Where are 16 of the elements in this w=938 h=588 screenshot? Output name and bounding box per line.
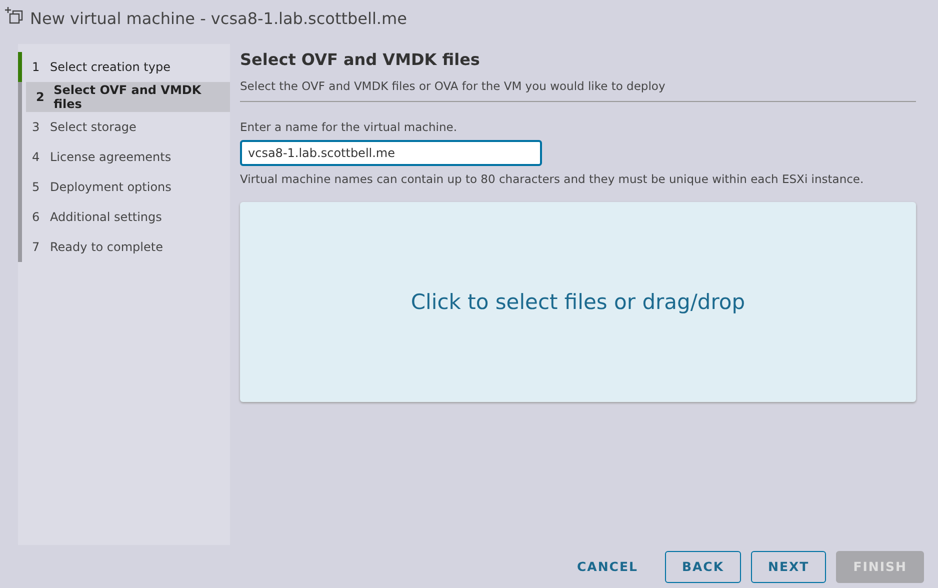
name-input-field[interactable]: vcsa8-1.lab.scottbell.me xyxy=(240,140,542,166)
wizard-step[interactable]: 7 Ready to complete xyxy=(18,232,230,262)
new-vm-icon xyxy=(4,6,24,24)
wizard-button[interactable]: BACK xyxy=(664,550,742,582)
wizard-step[interactable]: 3 Select storage xyxy=(18,112,230,142)
wizard-button[interactable]: CANCEL xyxy=(560,550,655,582)
wizard-step[interactable]: 5 Deployment options xyxy=(18,172,230,202)
file-dropzone[interactable]: Click to select files or drag/drop xyxy=(240,202,916,402)
field-label: Enter a name for the virtual machine. xyxy=(240,120,458,134)
wizard-step[interactable]: 4 License agreements xyxy=(18,142,230,172)
page-subheading: Select the OVF and VMDK files or OVA for the VM you would like to deploy xyxy=(240,79,916,102)
wizard-button[interactable]: NEXT xyxy=(751,550,826,582)
page-heading: Select OVF and VMDK files xyxy=(240,50,481,69)
window-title: New virtual machine - vcsa8-1.lab.scottbell.me xyxy=(30,8,407,28)
wizard-step[interactable]: 6 Additional settings xyxy=(18,202,230,232)
field-hint: Virtual machine names can contain up to 80 characters and they must be unique within each ESXi instance. xyxy=(240,172,865,186)
